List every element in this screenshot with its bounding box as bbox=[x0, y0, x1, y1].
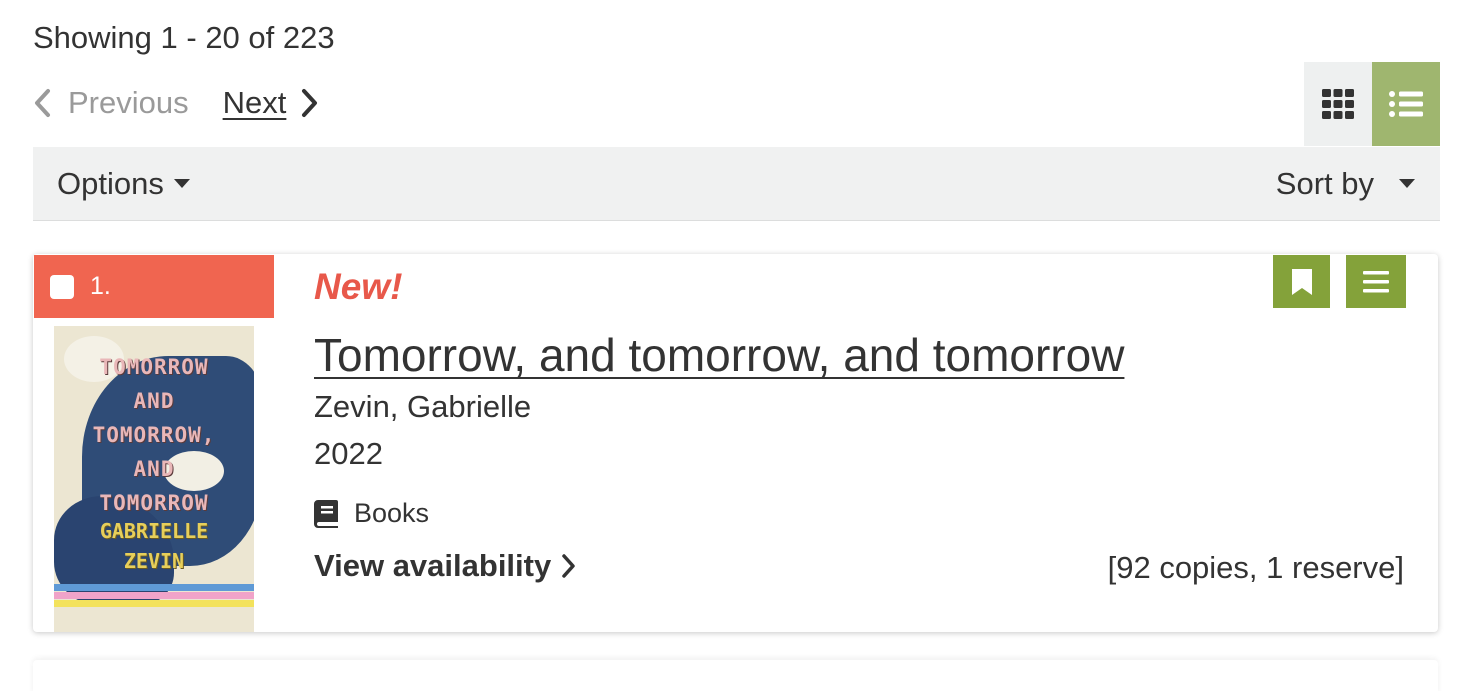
pagination: Previous Next bbox=[33, 82, 319, 124]
chevron-right-icon bbox=[562, 554, 575, 578]
next-result-card-edge bbox=[33, 660, 1438, 691]
cover-author-text: GABRIELLE ZEVIN bbox=[99, 519, 209, 573]
copies-count: [92 copies, 1 reserve] bbox=[1107, 550, 1404, 585]
grid-view-button[interactable] bbox=[1304, 62, 1372, 146]
next-label[interactable]: Next bbox=[223, 85, 287, 121]
caret-down-icon bbox=[173, 179, 190, 188]
record-format: Books bbox=[314, 498, 429, 529]
availability-label: View availability bbox=[314, 548, 552, 583]
new-badge: New! bbox=[314, 266, 403, 307]
list-view-button[interactable] bbox=[1372, 62, 1440, 146]
previous-label: Previous bbox=[68, 85, 189, 120]
chevron-left-icon bbox=[35, 89, 50, 117]
bookmark-button[interactable] bbox=[1273, 255, 1330, 308]
menu-icon bbox=[1363, 270, 1389, 292]
view-toggle bbox=[1304, 62, 1440, 146]
results-toolbar: Options Sort by bbox=[33, 147, 1440, 221]
record-author: Zevin, Gabrielle bbox=[314, 389, 532, 424]
result-number: 1. bbox=[90, 272, 111, 300]
cover-stripe bbox=[54, 584, 254, 591]
result-number-badge: 1. bbox=[34, 255, 274, 318]
record-year: 2022 bbox=[314, 436, 383, 471]
book-icon bbox=[314, 499, 338, 528]
result-card: 1. TOMORROW AND TOMORROW, AND TOMORROW G… bbox=[33, 254, 1438, 632]
cover-stripe bbox=[54, 600, 254, 607]
format-label: Books bbox=[354, 498, 430, 528]
chevron-right-icon bbox=[302, 89, 318, 117]
cover-title-text: TOMORROW AND TOMORROW, AND TOMORROW bbox=[92, 355, 216, 515]
options-label: Options bbox=[57, 165, 164, 201]
bookmark-icon bbox=[1291, 268, 1312, 295]
menu-button[interactable] bbox=[1346, 255, 1406, 308]
grid-icon bbox=[1322, 89, 1354, 119]
options-dropdown[interactable]: Options bbox=[57, 166, 190, 202]
results-count: Showing 1 - 20 of 223 bbox=[33, 20, 335, 55]
select-checkbox[interactable] bbox=[50, 274, 74, 299]
next-button[interactable]: Next bbox=[223, 85, 320, 121]
list-icon bbox=[1389, 91, 1423, 117]
book-cover[interactable]: TOMORROW AND TOMORROW, AND TOMORROW GABR… bbox=[54, 326, 254, 632]
sort-by-dropdown[interactable]: Sort by bbox=[1276, 166, 1415, 202]
record-title-link[interactable]: Tomorrow, and tomorrow, and tomorrow bbox=[314, 328, 1124, 382]
view-availability-link[interactable]: View availability bbox=[314, 548, 577, 584]
previous-button[interactable]: Previous bbox=[33, 85, 189, 121]
cover-stripe bbox=[54, 592, 254, 599]
caret-down-icon bbox=[1399, 179, 1415, 188]
sort-by-label: Sort by bbox=[1275, 165, 1374, 201]
